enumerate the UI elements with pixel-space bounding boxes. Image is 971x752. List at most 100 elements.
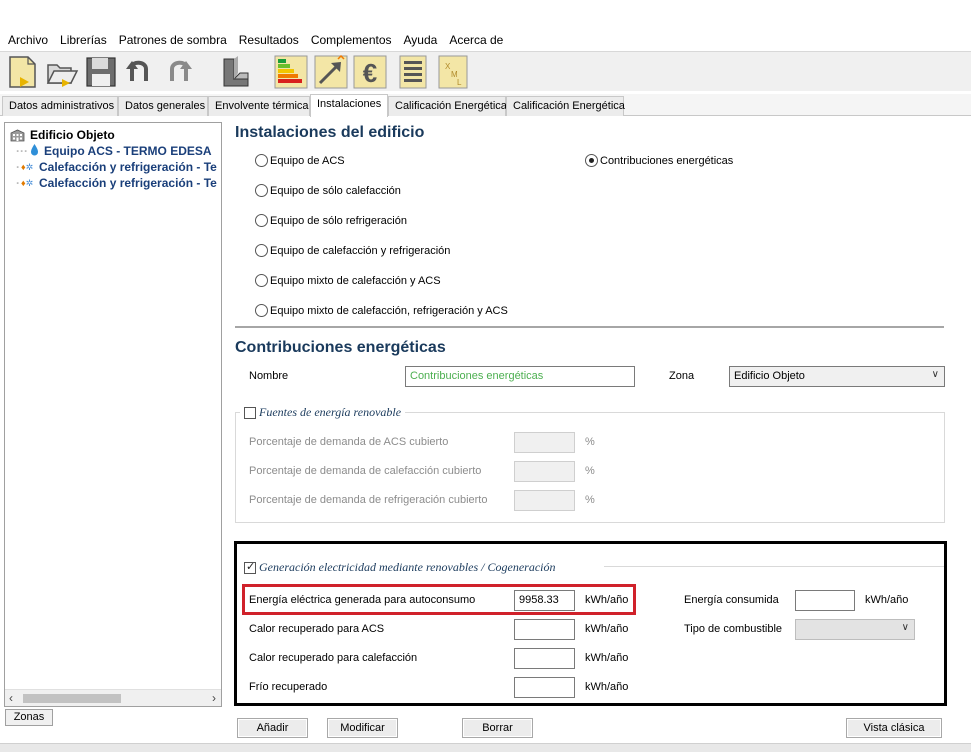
zonas-button[interactable]: Zonas bbox=[5, 709, 53, 726]
tab-datos-generales[interactable]: Datos generales bbox=[118, 96, 208, 116]
heat-cold-icon: ♦✲ bbox=[21, 161, 34, 172]
energia-consumida-input[interactable] bbox=[795, 590, 855, 611]
xml-file-icon[interactable]: XML bbox=[436, 55, 470, 89]
tree-item-clima-1[interactable]: · ♦✲ Calefacción y refrigeración - Te bbox=[16, 159, 217, 175]
renovables-refrigeracion-input[interactable] bbox=[514, 490, 575, 511]
building-3d-icon[interactable] bbox=[218, 55, 252, 89]
instalaciones-title: Instalaciones del edificio bbox=[235, 124, 425, 141]
radio-mixto-completo[interactable] bbox=[255, 304, 268, 317]
menu-acerca-de[interactable]: Acerca de bbox=[443, 33, 509, 47]
autoconsumo-input[interactable]: 9958.33 bbox=[514, 590, 575, 611]
menu-patrones-sombra[interactable]: Patrones de sombra bbox=[113, 33, 233, 47]
radio-solo-calefaccion[interactable] bbox=[255, 184, 268, 197]
svg-text:L: L bbox=[457, 78, 462, 87]
renovables-checkbox[interactable] bbox=[244, 406, 256, 419]
menu-ayuda[interactable]: Ayuda bbox=[398, 33, 444, 47]
tab-envolvente-termica[interactable]: Envolvente térmica bbox=[208, 96, 310, 116]
generacion-group-title: Generación electricidad mediante renovab… bbox=[240, 560, 560, 575]
frio-recuperado-input[interactable] bbox=[514, 677, 575, 698]
energy-rating-icon[interactable] bbox=[274, 55, 308, 89]
energia-consumida-unit: kWh/año bbox=[865, 594, 909, 606]
tree-item-acs-label: Equipo ACS - TERMO EDESA bbox=[44, 144, 212, 158]
tab-instalaciones[interactable]: Instalaciones bbox=[310, 94, 388, 117]
zona-label: Zona bbox=[669, 370, 695, 382]
scroll-thumb[interactable] bbox=[23, 694, 121, 703]
classic-view-button[interactable]: Vista clásica bbox=[846, 718, 942, 738]
arrow-chart-icon[interactable] bbox=[314, 55, 348, 89]
tipo-combustible-select[interactable]: ∨ bbox=[795, 619, 915, 640]
option-equipo-acs[interactable]: Equipo de ACS bbox=[255, 154, 345, 167]
radio-contribuciones[interactable] bbox=[585, 154, 598, 167]
renovables-refrigeracion-unit: % bbox=[585, 494, 595, 506]
option-calefaccion-refrigeracion-label: Equipo de calefacción y refrigeración bbox=[270, 244, 451, 257]
add-button[interactable]: Añadir bbox=[237, 718, 308, 738]
tree-horizontal-scrollbar[interactable]: ‹ › bbox=[5, 689, 221, 706]
calor-calefaccion-unit: kWh/año bbox=[585, 652, 629, 664]
scroll-left-icon[interactable]: ‹ bbox=[9, 691, 13, 705]
generacion-checkbox[interactable] bbox=[244, 560, 256, 574]
tab-calificacion-energetica-1[interactable]: Calificación Energética bbox=[388, 96, 507, 116]
renovables-calefaccion-unit: % bbox=[585, 465, 595, 477]
tree-item-clima-2[interactable]: · ♦✲ Calefacción y refrigeración - Te bbox=[16, 175, 217, 191]
autoconsumo-label: Energía eléctrica generada para autocons… bbox=[249, 594, 476, 606]
open-folder-icon[interactable] bbox=[45, 55, 79, 89]
redo-icon[interactable] bbox=[162, 55, 196, 89]
renovables-acs-unit: % bbox=[585, 436, 595, 448]
radio-solo-refrigeracion[interactable] bbox=[255, 214, 268, 227]
chevron-down-icon: ∨ bbox=[901, 622, 909, 633]
chevron-down-icon: ∨ bbox=[931, 369, 939, 380]
energia-consumida-label: Energía consumida bbox=[684, 594, 779, 606]
contribuciones-title: Contribuciones energéticas bbox=[235, 339, 446, 356]
frio-recuperado-label: Frío recuperado bbox=[249, 681, 328, 693]
tree-item-acs[interactable]: ··· Equipo ACS - TERMO EDESA bbox=[16, 143, 212, 159]
option-contribuciones[interactable]: Contribuciones energéticas bbox=[585, 154, 733, 167]
svg-text:€: € bbox=[363, 58, 377, 88]
radio-calefaccion-refrigeracion[interactable] bbox=[255, 244, 268, 257]
euro-icon[interactable]: € bbox=[353, 55, 387, 89]
option-mixto-calefaccion-acs[interactable]: Equipo mixto de calefacción y ACS bbox=[255, 274, 441, 287]
new-file-icon[interactable] bbox=[5, 55, 39, 89]
calor-calefaccion-input[interactable] bbox=[514, 648, 575, 669]
option-equipo-acs-label: Equipo de ACS bbox=[270, 154, 345, 167]
menu-resultados[interactable]: Resultados bbox=[233, 33, 305, 47]
nombre-input[interactable]: Contribuciones energéticas bbox=[405, 366, 635, 387]
tab-datos-administrativos[interactable]: Datos administrativos bbox=[2, 96, 118, 116]
heat-cold-icon: ♦✲ bbox=[21, 177, 34, 188]
tree-root[interactable]: Edificio Objeto bbox=[10, 127, 115, 143]
radio-mixto-calefaccion-acs[interactable] bbox=[255, 274, 268, 287]
tab-calificacion-energetica-2[interactable]: Calificación Energética bbox=[506, 96, 625, 116]
zona-select-value: Edificio Objeto bbox=[734, 370, 805, 382]
renovables-title-label: Fuentes de energía renovable bbox=[259, 405, 402, 419]
menu-complementos[interactable]: Complementos bbox=[305, 33, 398, 47]
renovables-group-title: Fuentes de energía renovable bbox=[240, 405, 406, 420]
building-tree[interactable]: Edificio Objeto ··· Equipo ACS - TERMO E… bbox=[4, 122, 222, 707]
report-list-icon[interactable] bbox=[396, 55, 430, 89]
option-calefaccion-refrigeracion[interactable]: Equipo de calefacción y refrigeración bbox=[255, 244, 450, 257]
tab-strip: Datos administrativos Datos generales En… bbox=[0, 94, 971, 117]
option-mixto-completo[interactable]: Equipo mixto de calefacción, refrigeraci… bbox=[255, 304, 508, 317]
renovables-refrigeracion-label: Porcentaje de demanda de refrigeración c… bbox=[249, 494, 488, 506]
zona-select[interactable]: Edificio Objeto ∨ bbox=[729, 366, 945, 387]
toolbar: € XML bbox=[0, 51, 971, 91]
save-disk-icon[interactable] bbox=[84, 55, 118, 89]
calor-acs-input[interactable] bbox=[514, 619, 575, 640]
autoconsumo-unit: kWh/año bbox=[585, 594, 629, 606]
water-drop-icon bbox=[30, 143, 39, 159]
option-solo-refrigeracion[interactable]: Equipo de sólo refrigeración bbox=[255, 214, 407, 227]
calor-calefaccion-label: Calor recuperado para calefacción bbox=[249, 652, 418, 664]
renovables-calefaccion-input[interactable] bbox=[514, 461, 575, 482]
generacion-title-label: Generación electricidad mediante renovab… bbox=[259, 560, 556, 574]
undo-icon[interactable] bbox=[122, 55, 156, 89]
delete-button[interactable]: Borrar bbox=[462, 718, 533, 738]
option-mixto-completo-label: Equipo mixto de calefacción, refrigeraci… bbox=[270, 304, 508, 317]
modify-button[interactable]: Modificar bbox=[327, 718, 398, 738]
renovables-acs-input[interactable] bbox=[514, 432, 575, 453]
option-contribuciones-label: Contribuciones energéticas bbox=[600, 154, 734, 167]
menu-archivo[interactable]: Archivo bbox=[2, 33, 54, 47]
option-solo-calefaccion[interactable]: Equipo de sólo calefacción bbox=[255, 184, 401, 197]
building-icon bbox=[10, 129, 25, 142]
calor-acs-label: Calor recuperado para ACS bbox=[249, 623, 385, 635]
radio-equipo-acs[interactable] bbox=[255, 154, 268, 167]
menu-librerias[interactable]: Librerías bbox=[54, 33, 113, 47]
scroll-right-icon[interactable]: › bbox=[212, 691, 216, 705]
